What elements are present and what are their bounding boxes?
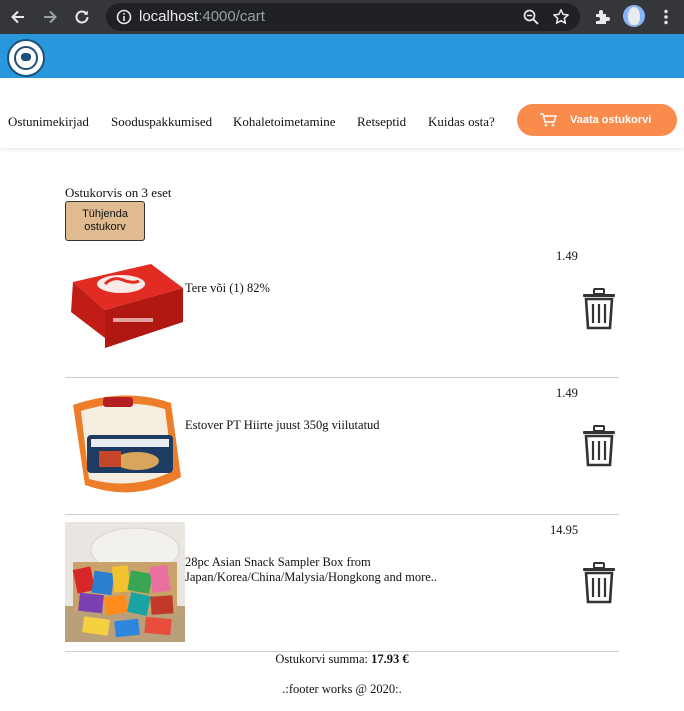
menu-item-offers[interactable]: Sooduspakkumised <box>111 114 212 130</box>
item-name: Tere või (1) 82% <box>185 281 270 295</box>
main-menu: Ostunimekirjad Sooduspakkumised Kohaleto… <box>0 78 684 148</box>
menu-item-shopping-lists[interactable]: Ostunimekirjad <box>8 114 89 130</box>
item-price: 14.95 <box>550 523 579 537</box>
more-menu-icon[interactable] <box>655 6 677 28</box>
cart-icon <box>539 113 557 127</box>
product-image-snack-box <box>65 522 185 642</box>
product-image-cheese <box>65 385 185 505</box>
back-icon[interactable] <box>7 6 29 28</box>
forward-icon[interactable] <box>39 6 61 28</box>
product-image-butter <box>65 248 185 368</box>
site-header-bar <box>0 34 684 78</box>
url-text: localhost:4000/cart <box>139 8 265 25</box>
site-logo[interactable] <box>7 39 45 77</box>
cart-count-text: Ostukorvis on 3 eset <box>65 185 172 200</box>
trash-icon[interactable] <box>582 288 616 330</box>
item-price: 1.49 <box>556 249 578 263</box>
cart-total: Ostukorvi summa: 17.93 € <box>0 652 684 667</box>
profile-avatar[interactable] <box>623 5 645 27</box>
star-icon[interactable] <box>552 8 570 31</box>
item-price: 1.49 <box>556 386 578 400</box>
view-cart-button[interactable]: Vaata ostukorvi <box>517 104 677 136</box>
item-name: 28pc Asian Snack Sampler Box from Japan/… <box>185 555 438 584</box>
url-path: :4000/cart <box>198 8 265 25</box>
info-icon[interactable] <box>116 9 132 30</box>
zoom-icon[interactable] <box>522 8 540 31</box>
menu-item-delivery[interactable]: Kohaletoimetamine <box>233 114 336 130</box>
item-name: Estover PT Hiirte juust 350g viilutatud <box>185 418 380 432</box>
browser-toolbar: localhost:4000/cart <box>0 0 684 34</box>
reload-icon[interactable] <box>71 6 93 28</box>
item-divider <box>65 377 619 378</box>
cart-total-value: 17.93 € <box>371 652 409 666</box>
menu-item-how-to-buy[interactable]: Kuidas osta? <box>428 114 495 130</box>
footer-text: .:footer works @ 2020:. <box>282 682 402 696</box>
menu-item-recipes[interactable]: Retseptid <box>357 114 406 130</box>
view-cart-label: Vaata ostukorvi <box>570 114 652 126</box>
url-host: localhost <box>139 8 199 25</box>
address-bar[interactable]: localhost:4000/cart <box>106 3 580 31</box>
trash-icon[interactable] <box>582 562 616 604</box>
empty-cart-button[interactable]: Tühjenda ostukorv <box>65 201 145 241</box>
trash-icon[interactable] <box>582 425 616 467</box>
item-divider <box>65 514 619 515</box>
extensions-icon[interactable] <box>591 6 613 28</box>
cart-total-label: Ostukorvi summa: <box>275 652 369 666</box>
